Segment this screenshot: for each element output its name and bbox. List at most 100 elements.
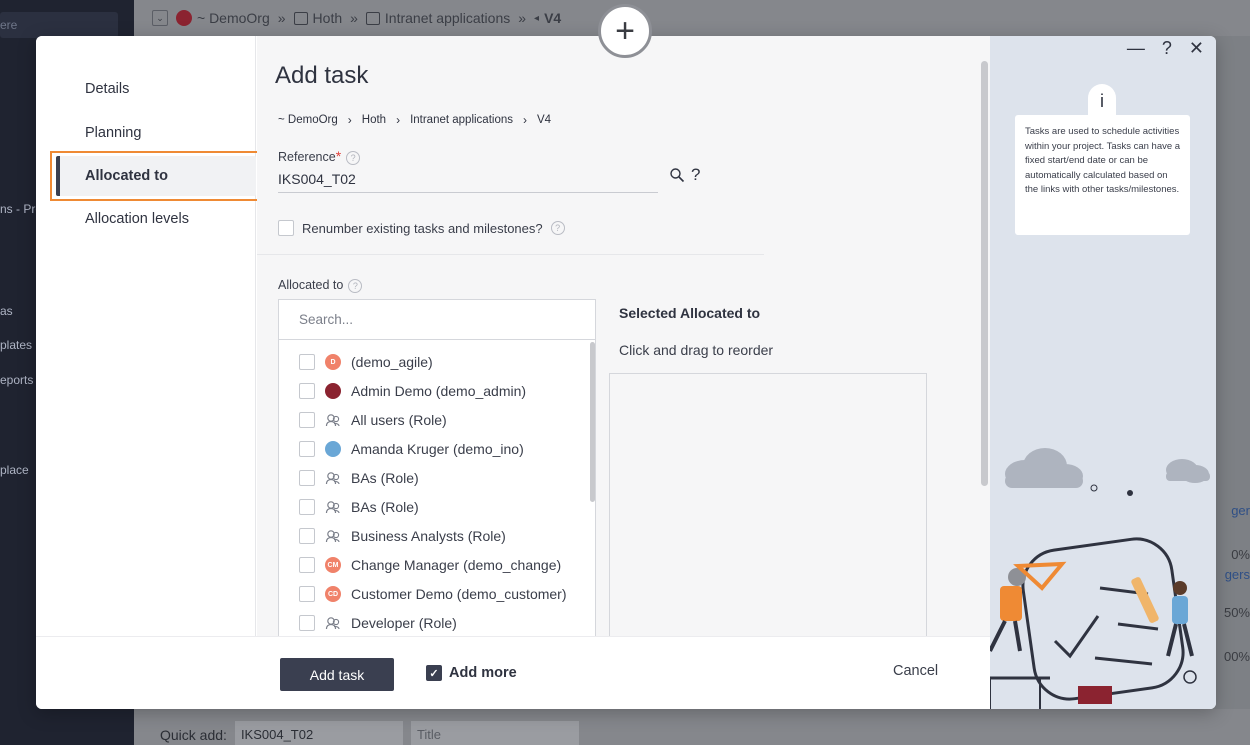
background-fragment: 00% (1223, 649, 1250, 664)
role-icon (325, 414, 340, 427)
nav-item-details[interactable]: Details (85, 81, 129, 97)
list-item-checkbox[interactable] (299, 383, 315, 399)
breadcrumb-separator: » (518, 10, 527, 26)
list-item-checkbox[interactable] (299, 557, 315, 573)
list-scrollbar[interactable] (590, 342, 595, 502)
list-item-label: Admin Demo (demo_admin) (351, 383, 527, 399)
help-icon[interactable]: ? (348, 278, 363, 293)
list-item-label: BAs (Role) (351, 470, 419, 486)
avatar-initials: D (330, 358, 336, 366)
divider (257, 254, 764, 255)
avatar-initials: CD (327, 590, 339, 598)
org-icon (176, 10, 192, 26)
selected-allocated-dropzone[interactable] (609, 373, 927, 643)
allocated-to-label: Allocated to? (278, 278, 363, 293)
list-item[interactable]: Business Analysts (Role) (299, 528, 506, 544)
list-item[interactable]: CD Customer Demo (demo_customer) (299, 586, 567, 602)
list-item-checkbox[interactable] (299, 412, 315, 428)
add-task-button[interactable]: Add task (280, 658, 394, 691)
breadcrumb-item[interactable]: ~ DemoOrg (278, 114, 338, 126)
quick-add-reference[interactable]: IKS004_T02 (234, 721, 403, 745)
renumber-option[interactable]: Renumber existing tasks and milestones? … (278, 220, 565, 236)
modal-footer: Add task ✓ Add more Cancel (36, 636, 990, 709)
help-icon[interactable]: ? (1162, 38, 1172, 59)
list-item-label: (demo_agile) (351, 354, 433, 370)
list-item[interactable]: BAs (Role) (299, 470, 419, 486)
reference-help-icon[interactable]: ? (691, 165, 700, 185)
add-plus-button[interactable]: + (598, 4, 652, 58)
list-item-checkbox[interactable] (299, 586, 315, 602)
background-crumb[interactable]: ~ DemoOrg (197, 10, 270, 26)
breadcrumb-item[interactable]: Intranet applications (410, 114, 513, 126)
add-more-option[interactable]: ✓ Add more (426, 665, 517, 681)
book-icon (293, 11, 308, 25)
list-item-checkbox[interactable] (299, 499, 315, 515)
nav-item-allocated-to-label: Allocated to (85, 168, 168, 184)
list-item[interactable]: CM Change Manager (demo_change) (299, 557, 561, 573)
nav-item-allocation-levels[interactable]: Allocation levels (85, 211, 189, 227)
list-item-label: All users (Role) (351, 412, 447, 428)
help-icon[interactable]: ? (346, 150, 361, 165)
quick-add-label: Quick add: (160, 727, 227, 743)
list-item-checkbox[interactable] (299, 470, 315, 486)
window-controls: — ? ✕ (1127, 38, 1204, 59)
quick-add-title[interactable]: Title (410, 721, 579, 745)
background-fragment: 50% (1223, 605, 1250, 620)
chevron-right-icon: › (396, 113, 401, 127)
background-fragment: gers (1224, 567, 1250, 582)
background-nav-item[interactable]: plates (0, 338, 32, 352)
list-item-checkbox[interactable] (299, 615, 315, 631)
list-item[interactable]: D (demo_agile) (299, 354, 433, 370)
chevron-down-icon[interactable]: ⌄ (152, 10, 168, 26)
background-crumb[interactable]: Intranet applications (385, 10, 510, 26)
avatar-photo-icon (325, 383, 341, 399)
renumber-checkbox[interactable] (278, 220, 294, 236)
background-search[interactable]: ere (0, 12, 118, 38)
list-item[interactable]: BAs (Role) (299, 499, 419, 515)
renumber-label: Renumber existing tasks and milestones? (302, 220, 543, 236)
list-item-checkbox[interactable] (299, 528, 315, 544)
role-icon (325, 530, 340, 543)
list-item-label: Change Manager (demo_change) (351, 557, 562, 573)
list-item[interactable]: All users (Role) (299, 412, 447, 428)
list-item-checkbox[interactable] (299, 354, 315, 370)
reference-label: Reference*? (278, 148, 361, 165)
cancel-button[interactable]: Cancel (893, 663, 938, 679)
list-item-checkbox[interactable] (299, 441, 315, 457)
nav-item-planning[interactable]: Planning (85, 125, 141, 141)
search-icon[interactable] (669, 167, 685, 183)
breadcrumb: ~ DemoOrg › Hoth › Intranet applications… (278, 113, 551, 127)
chevron-right-icon: › (523, 113, 527, 127)
background-nav-item[interactable]: as (0, 304, 13, 318)
list-item[interactable]: Admin Demo (demo_admin) (299, 383, 526, 399)
background-crumb[interactable]: V4 (544, 10, 561, 26)
background-crumb[interactable]: Hoth (313, 10, 343, 26)
background-fragment: 0% (1231, 547, 1250, 562)
breadcrumb-separator: » (277, 10, 286, 26)
list-item[interactable]: Developer (Role) (299, 615, 457, 631)
breadcrumb-item[interactable]: Hoth (362, 114, 386, 126)
allocated-search-input[interactable]: Search... (279, 300, 595, 340)
close-icon[interactable]: ✕ (1189, 38, 1204, 59)
list-item-label: BAs (Role) (351, 499, 419, 515)
breadcrumb-separator: » (350, 10, 358, 26)
required-marker: * (335, 148, 342, 164)
minimize-icon[interactable]: — (1127, 38, 1145, 59)
help-icon[interactable]: ? (550, 221, 565, 235)
reference-input[interactable]: IKS004_T02 (278, 168, 658, 193)
reference-label-text: Reference (278, 150, 336, 164)
role-icon (325, 472, 340, 485)
breadcrumb-item[interactable]: V4 (537, 114, 551, 126)
add-task-modal: Details Planning Allocated to Allocation… (36, 36, 1216, 709)
role-icon (325, 617, 340, 630)
add-more-label: Add more (449, 665, 517, 681)
add-more-checkbox[interactable]: ✓ (426, 665, 442, 681)
form-scrollbar[interactable] (981, 61, 988, 486)
avatar-d-icon: D (325, 354, 341, 370)
avatar-photo-icon (325, 441, 341, 457)
list-item[interactable]: Amanda Kruger (demo_ino) (299, 441, 524, 457)
background-nav-item[interactable]: place (0, 463, 29, 477)
background-fragment: ger (1231, 503, 1250, 518)
selected-allocated-title: Selected Allocated to (619, 305, 761, 321)
avatar-cm-icon: CM (325, 557, 341, 573)
